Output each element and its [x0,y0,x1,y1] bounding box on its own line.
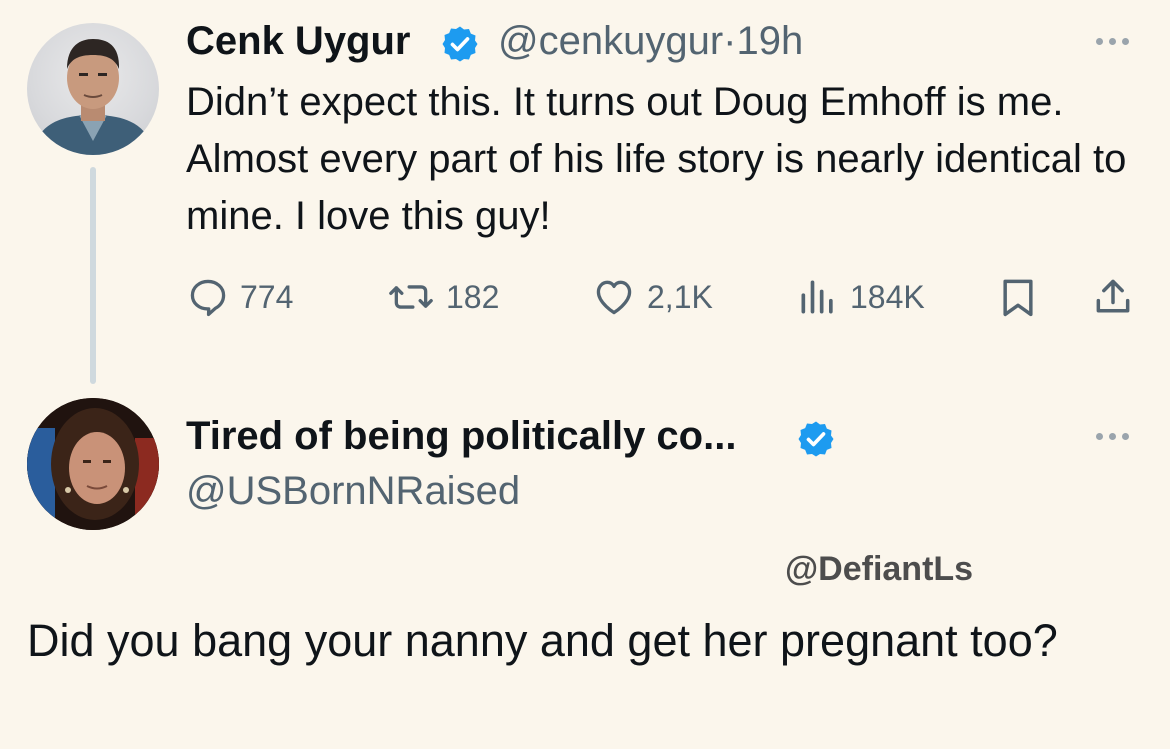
like-icon [596,280,632,315]
bookmark-icon [1003,279,1033,317]
more-icon[interactable] [1096,38,1129,45]
verified-icon [442,26,478,62]
watermark-mention: @DefiantLs [785,550,974,588]
reply-text: Did you bang your nanny and get her preg… [27,615,1058,666]
author-handle[interactable]: @cenkuygur·19h [498,18,803,64]
handle-text[interactable]: @cenkuygur [498,19,723,63]
reply-button[interactable]: 774 [186,272,293,322]
tweet-actions: 774 182 2,1K 184K [186,272,1146,322]
tweet-text: Didn’t expect this. It turns out Doug Em… [186,80,1127,238]
reply-author-handle[interactable]: @USBornNRaised [186,468,520,514]
author-name[interactable]: Cenk Uygur [186,18,411,64]
tweet-time[interactable]: 19h [736,19,803,63]
bookmark-button[interactable] [996,272,1040,322]
reply-icon [190,279,226,317]
share-button[interactable] [1091,272,1135,322]
like-button[interactable]: 2,1K [591,272,713,322]
views-icon [801,280,833,314]
repost-button[interactable]: 182 [386,272,499,322]
avatar-usbornnraised[interactable] [27,398,159,530]
repost-count: 182 [446,278,500,315]
share-icon [1096,279,1130,313]
views-button[interactable]: 184K [796,272,925,322]
repost-icon [389,285,433,309]
avatar-cenk-uygur[interactable] [27,23,159,155]
thread-connector-line [90,167,96,384]
views-count: 184K [850,278,925,315]
reply-count: 774 [240,278,294,315]
like-count: 2,1K [647,278,713,315]
verified-icon [798,421,834,457]
reply-author-name[interactable]: Tired of being politically co... [186,413,736,459]
more-icon[interactable] [1096,433,1129,440]
handle-separator: · [723,19,737,63]
